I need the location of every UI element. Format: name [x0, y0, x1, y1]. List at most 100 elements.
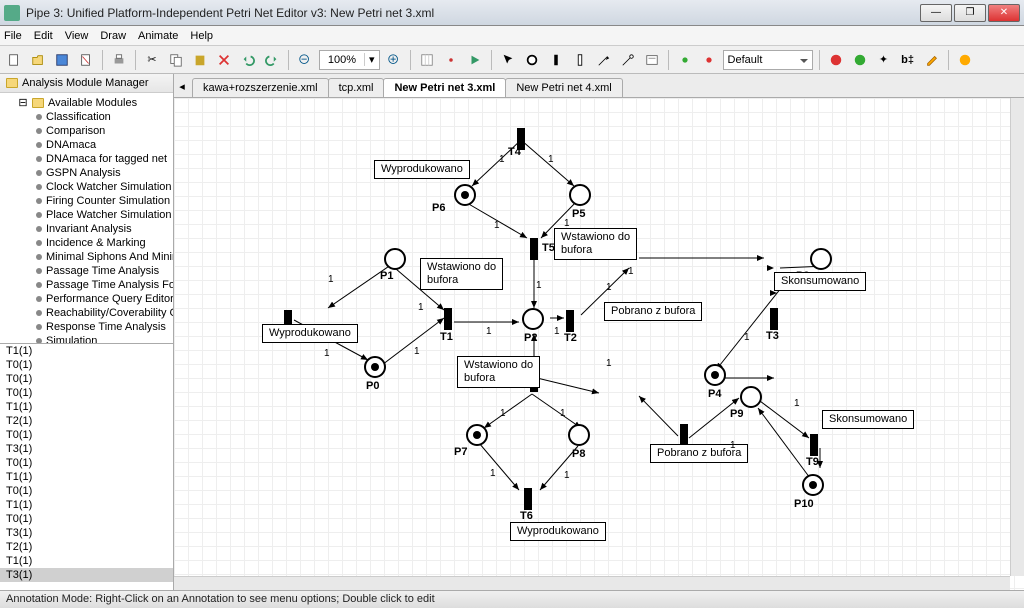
annotation-wyp2[interactable]: Wyprodukowano: [262, 324, 358, 343]
edit-button[interactable]: [922, 50, 942, 70]
trace-row[interactable]: T0(1): [0, 372, 173, 386]
snap-button[interactable]: [441, 50, 461, 70]
transition-T5[interactable]: [530, 238, 538, 260]
trace-row[interactable]: T3(1): [0, 442, 173, 456]
trace-row[interactable]: T1(1): [0, 498, 173, 512]
maximize-button[interactable]: ❐: [954, 4, 986, 22]
transition-T2[interactable]: [566, 310, 574, 332]
undo-button[interactable]: [238, 50, 258, 70]
transition-T6[interactable]: [524, 488, 532, 510]
trace-row[interactable]: T2(1): [0, 414, 173, 428]
place-P6[interactable]: [454, 184, 476, 206]
place-P3[interactable]: [810, 248, 832, 270]
place-P7[interactable]: [466, 424, 488, 446]
menu-draw[interactable]: Draw: [100, 30, 126, 42]
horizontal-scrollbar[interactable]: [174, 576, 1010, 590]
annotation-wyp3[interactable]: Wyprodukowano: [510, 522, 606, 541]
transition-T3[interactable]: [770, 308, 778, 330]
module-tree[interactable]: ⊟ Available Modules ClassificationCompar…: [0, 93, 173, 343]
tab-scroll-left[interactable]: ◂: [176, 78, 188, 94]
trace-row[interactable]: T0(1): [0, 358, 173, 372]
timed-trans-tool[interactable]: [570, 50, 590, 70]
redo-button[interactable]: [262, 50, 282, 70]
zoom-in-button[interactable]: [384, 50, 404, 70]
print-button[interactable]: [109, 50, 129, 70]
trace-row[interactable]: T1(1): [0, 470, 173, 484]
paste-button[interactable]: [190, 50, 210, 70]
place-P10[interactable]: [802, 474, 824, 496]
remove-token-button[interactable]: [699, 50, 719, 70]
module-item[interactable]: Clock Watcher Simulation (Not: [0, 180, 173, 194]
puzzle-icon-button[interactable]: ✦: [874, 50, 894, 70]
trace-row[interactable]: T2(1): [0, 540, 173, 554]
tree-root[interactable]: ⊟ Available Modules: [0, 95, 173, 110]
inhibitor-arc-tool[interactable]: [618, 50, 638, 70]
help-button[interactable]: [955, 50, 975, 70]
annotation-tool[interactable]: [642, 50, 662, 70]
menu-help[interactable]: Help: [190, 30, 213, 42]
trace-row[interactable]: T0(1): [0, 484, 173, 498]
trace-row[interactable]: T0(1): [0, 386, 173, 400]
module-item[interactable]: DNAmaca: [0, 138, 173, 152]
trace-row[interactable]: T1(1): [0, 400, 173, 414]
arc-tool[interactable]: [594, 50, 614, 70]
menu-animate[interactable]: Animate: [138, 30, 178, 42]
open-button[interactable]: [28, 50, 48, 70]
place-P8[interactable]: [568, 424, 590, 446]
module-item[interactable]: Firing Counter Simulation (Not: [0, 194, 173, 208]
place-tool[interactable]: [522, 50, 542, 70]
annotation-wst3[interactable]: Wstawiono do bufora: [457, 356, 540, 388]
rate-button[interactable]: [826, 50, 846, 70]
place-P9[interactable]: [740, 386, 762, 408]
module-item[interactable]: Performance Query Editor: [0, 292, 173, 306]
module-item[interactable]: Reachability/Coverability Grap: [0, 306, 173, 320]
save-button[interactable]: [52, 50, 72, 70]
menu-file[interactable]: File: [4, 30, 22, 42]
grid-toggle-button[interactable]: [417, 50, 437, 70]
trace-row[interactable]: T1(1): [0, 554, 173, 568]
new-button[interactable]: [4, 50, 24, 70]
zoom-out-button[interactable]: [295, 50, 315, 70]
document-tab[interactable]: tcp.xml: [328, 78, 385, 97]
place-P4[interactable]: [704, 364, 726, 386]
add-token-button[interactable]: [675, 50, 695, 70]
document-tab[interactable]: kawa+rozszerzenie.xml: [192, 78, 329, 97]
vertical-scrollbar[interactable]: [1010, 98, 1024, 576]
document-tab[interactable]: New Petri net 4.xml: [505, 78, 622, 97]
close-button[interactable]: ✕: [988, 4, 1020, 22]
module-item[interactable]: Place Watcher Simulation (Not: [0, 208, 173, 222]
module-item[interactable]: Minimal Siphons And Minimal Tr: [0, 250, 173, 264]
annotation-skon1[interactable]: Skonsumowano: [774, 272, 866, 291]
module-item[interactable]: DNAmaca for tagged net: [0, 152, 173, 166]
module-item[interactable]: Comparison: [0, 124, 173, 138]
annotation-pob1[interactable]: Pobrano z bufora: [604, 302, 702, 321]
trace-row[interactable]: T0(1): [0, 428, 173, 442]
module-item[interactable]: GSPN Analysis: [0, 166, 173, 180]
trace-row[interactable]: T3(1): [0, 526, 173, 540]
menu-edit[interactable]: Edit: [34, 30, 53, 42]
copy-button[interactable]: [166, 50, 186, 70]
close-doc-button[interactable]: [76, 50, 96, 70]
annotation-wst2[interactable]: Wstawiono do bufora: [554, 228, 637, 260]
place-P0[interactable]: [364, 356, 386, 378]
zoom-input[interactable]: [320, 54, 364, 66]
token-type-select[interactable]: Default: [723, 50, 813, 70]
annotation-wst1[interactable]: Wstawiono do bufora: [420, 258, 503, 290]
module-item[interactable]: Invariant Analysis: [0, 222, 173, 236]
module-item[interactable]: Passage Time Analysis: [0, 264, 173, 278]
place-P2[interactable]: [522, 308, 544, 330]
annotation-wyp1[interactable]: Wyprodukowano: [374, 160, 470, 179]
module-item[interactable]: Incidence & Marking: [0, 236, 173, 250]
petri-net-canvas[interactable]: T4 Wyprodukowano P6 P5 T5 Wstawiono do b…: [174, 98, 1024, 590]
place-P1[interactable]: [384, 248, 406, 270]
module-item[interactable]: Passage Time Analysis For Tag: [0, 278, 173, 292]
trace-row[interactable]: T3(1): [0, 568, 173, 582]
minimize-button[interactable]: —: [920, 4, 952, 22]
zoom-select[interactable]: ▾: [319, 50, 380, 70]
trace-row[interactable]: T0(1): [0, 512, 173, 526]
module-item[interactable]: Response Time Analysis: [0, 320, 173, 334]
delete-button[interactable]: [214, 50, 234, 70]
module-item[interactable]: Classification: [0, 110, 173, 124]
place-P5[interactable]: [569, 184, 591, 206]
select-tool[interactable]: [498, 50, 518, 70]
